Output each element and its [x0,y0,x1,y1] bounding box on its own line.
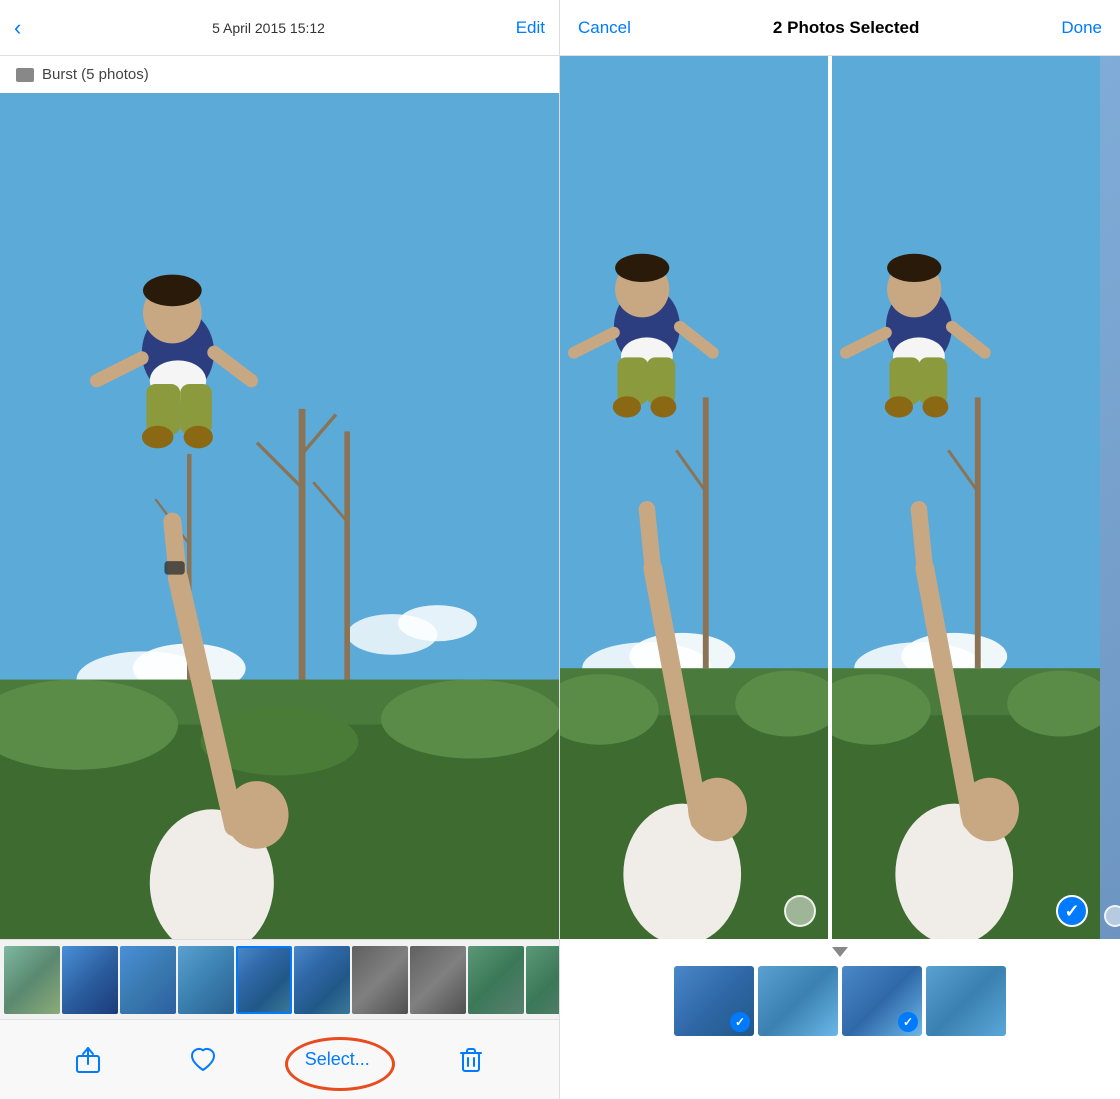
thumbnail-4[interactable] [178,946,234,1014]
edit-button[interactable]: Edit [516,18,545,38]
right-thumb-1-check: ✓ [730,1012,750,1032]
right-thumbnail-strip: ✓ ✓ [560,961,1120,1041]
thumbnail-strip[interactable] [0,939,559,1019]
thumbnail-7[interactable] [352,946,408,1014]
right-photo-1-svg [560,56,828,939]
back-button[interactable]: ‹ [14,15,21,41]
strip-arrow [560,939,1120,961]
thumbnail-6[interactable] [294,946,350,1014]
right-header: Cancel 2 Photos Selected Done [560,0,1120,56]
checkmark-icon: ✓ [1064,901,1079,922]
share-icon [74,1046,102,1074]
thumbnail-3[interactable] [120,946,176,1014]
right-bottom: ✓ ✓ [560,939,1120,1099]
thumbnail-1[interactable] [4,946,60,1014]
trash-button[interactable] [457,1046,485,1074]
thumbnail-10[interactable] [526,946,559,1014]
burst-icon [16,68,34,82]
selection-title: 2 Photos Selected [773,18,919,38]
right-photo-1[interactable] [560,56,828,939]
thumbnail-5-selected[interactable] [236,946,292,1014]
right-photo-3-partial [1100,56,1120,939]
right-panel: Cancel 2 Photos Selected Done [560,0,1120,1099]
done-button[interactable]: Done [1061,18,1102,38]
right-photos-container: ✓ [560,56,1120,939]
right-photo-2-svg [832,56,1100,939]
photo-canvas [0,93,559,939]
right-photo-2[interactable]: ✓ [828,56,1100,939]
select-label[interactable]: Select... [305,1049,370,1070]
share-button[interactable] [74,1046,102,1074]
main-photo[interactable] [0,93,559,939]
thumbnail-2[interactable] [62,946,118,1014]
right-thumb-3-check: ✓ [898,1012,918,1032]
cancel-button[interactable]: Cancel [578,18,631,38]
right-main-area: ✓ [560,56,1120,939]
right-thumb-3[interactable]: ✓ [842,966,922,1036]
heart-button[interactable] [189,1046,217,1074]
select-button[interactable]: Select... [305,1049,370,1070]
partial-badge [1104,905,1120,927]
trash-icon [457,1046,485,1074]
photo-date: 5 April 2015 15:12 [212,20,325,36]
thumbnail-8[interactable] [410,946,466,1014]
heart-icon [189,1046,217,1074]
bottom-toolbar: Select... [0,1019,559,1099]
right-spacer [560,1041,1120,1099]
right-thumb-check-icon-1: ✓ [735,1015,745,1029]
right-thumb-4[interactable] [926,966,1006,1036]
photo-bg-left [0,93,559,939]
right-thumb-2[interactable] [758,966,838,1036]
selection-badge-empty-1 [784,895,816,927]
right-thumb-1[interactable]: ✓ [674,966,754,1036]
selection-badge-checked-2: ✓ [1056,895,1088,927]
left-header: ‹ 5 April 2015 15:12 Edit [0,0,559,56]
thumbnail-9[interactable] [468,946,524,1014]
left-panel: ‹ 5 April 2015 15:12 Edit Burst (5 photo… [0,0,560,1099]
photo-svg [0,93,559,939]
burst-label: Burst (5 photos) [0,56,559,93]
arrow-down-icon [832,947,848,957]
right-thumb-check-icon-3: ✓ [903,1015,913,1029]
burst-text: Burst (5 photos) [42,66,149,83]
